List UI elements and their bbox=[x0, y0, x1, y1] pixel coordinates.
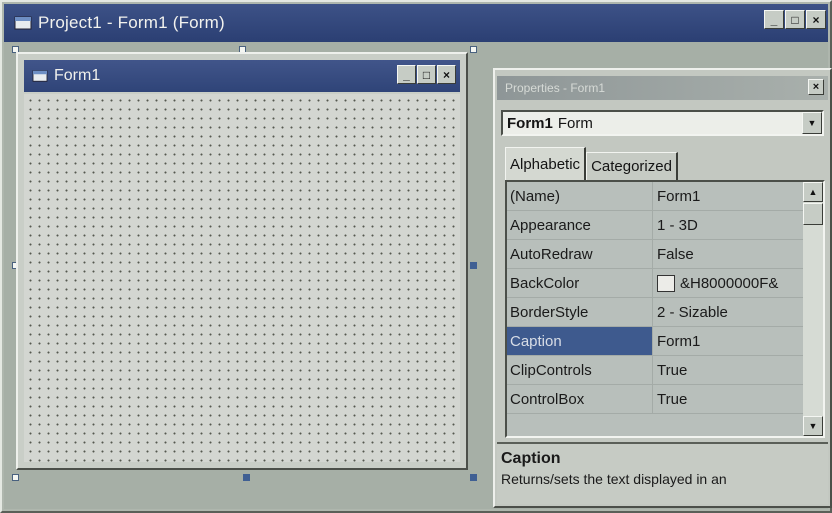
scroll-up-icon[interactable]: ▲ bbox=[803, 182, 823, 202]
property-row-caption[interactable]: Caption Form1 bbox=[507, 327, 803, 356]
property-grid: (Name) Form1 Appearance 1 - 3D AutoRedra… bbox=[505, 180, 825, 438]
property-row-autoredraw[interactable]: AutoRedraw False bbox=[507, 240, 803, 269]
resize-handle-top-right bbox=[470, 46, 477, 53]
form1-title: Form1 bbox=[54, 67, 101, 84]
close-icon[interactable]: × bbox=[437, 65, 456, 84]
property-value[interactable]: 2 - Sizable bbox=[653, 304, 728, 321]
property-name: BorderStyle bbox=[507, 298, 653, 326]
form-icon bbox=[14, 16, 32, 30]
form-icon bbox=[32, 70, 48, 82]
dropdown-arrow-icon[interactable]: ▼ bbox=[802, 112, 822, 134]
designer-title: Project1 - Form1 (Form) bbox=[38, 13, 225, 32]
resize-handle-bottom-middle[interactable] bbox=[243, 474, 250, 481]
property-value-backcolor[interactable]: &H8000000F& bbox=[653, 274, 779, 292]
form1-titlebar[interactable]: Form1 _ □ × bbox=[24, 60, 460, 92]
properties-tabs: Alphabetic Categorized bbox=[505, 147, 678, 180]
property-name: Caption bbox=[507, 327, 653, 355]
property-name: AutoRedraw bbox=[507, 240, 653, 268]
property-value[interactable]: Form1 bbox=[653, 333, 700, 350]
minimize-icon[interactable]: _ bbox=[764, 10, 784, 29]
maximize-icon[interactable]: □ bbox=[785, 10, 805, 29]
form1-design-surface[interactable] bbox=[24, 94, 460, 462]
property-row-backcolor[interactable]: BackColor &H8000000F& bbox=[507, 269, 803, 298]
property-row-clipcontrols[interactable]: ClipControls True bbox=[507, 356, 803, 385]
resize-handle-bottom-right[interactable] bbox=[470, 474, 477, 481]
property-name: (Name) bbox=[507, 182, 653, 210]
property-row-appearance[interactable]: Appearance 1 - 3D bbox=[507, 211, 803, 240]
property-scrollbar[interactable]: ▲ ▼ bbox=[803, 182, 823, 436]
property-value[interactable]: Form1 bbox=[653, 188, 700, 205]
object-selector[interactable]: Form1 Form ▼ bbox=[501, 110, 824, 136]
close-icon[interactable]: × bbox=[806, 10, 826, 29]
description-text: Returns/sets the text displayed in an bbox=[501, 471, 727, 487]
object-type: Form bbox=[557, 114, 593, 132]
property-name: ControlBox bbox=[507, 385, 653, 413]
property-name: BackColor bbox=[507, 269, 653, 297]
tab-alphabetic[interactable]: Alphabetic bbox=[505, 147, 587, 180]
scroll-thumb[interactable] bbox=[803, 203, 823, 225]
color-swatch bbox=[657, 274, 675, 292]
tab-categorized[interactable]: Categorized bbox=[586, 152, 678, 180]
properties-window: Properties - Form1 × Form1 Form ▼ Alphab… bbox=[493, 68, 832, 508]
backcolor-value: &H8000000F& bbox=[680, 274, 779, 292]
property-row-name[interactable]: (Name) Form1 bbox=[507, 182, 803, 211]
property-value[interactable]: False bbox=[653, 246, 694, 263]
property-row-borderstyle[interactable]: BorderStyle 2 - Sizable bbox=[507, 298, 803, 327]
close-icon[interactable]: × bbox=[808, 79, 824, 95]
maximize-icon[interactable]: □ bbox=[417, 65, 436, 84]
scroll-down-icon[interactable]: ▼ bbox=[803, 416, 823, 436]
property-name: Appearance bbox=[507, 211, 653, 239]
resize-handle-middle-right[interactable] bbox=[470, 262, 477, 269]
property-name: ClipControls bbox=[507, 356, 653, 384]
property-value[interactable]: True bbox=[653, 391, 687, 408]
property-row-controlbox[interactable]: ControlBox True bbox=[507, 385, 803, 414]
designer-titlebar[interactable]: Project1 - Form1 (Form) _ □ × bbox=[4, 4, 828, 42]
property-value[interactable]: 1 - 3D bbox=[653, 217, 698, 234]
minimize-icon[interactable]: _ bbox=[397, 65, 416, 84]
object-name: Form1 bbox=[507, 114, 553, 132]
property-value[interactable]: True bbox=[653, 362, 687, 379]
properties-titlebar[interactable]: Properties - Form1 × bbox=[497, 76, 828, 100]
properties-title: Properties - Form1 bbox=[505, 81, 606, 95]
resize-handle-bottom-left bbox=[12, 474, 19, 481]
form1-window[interactable]: Form1 _ □ × bbox=[16, 52, 468, 470]
property-description-pane: Caption Returns/sets the text displayed … bbox=[497, 442, 828, 504]
description-title: Caption bbox=[501, 450, 561, 467]
